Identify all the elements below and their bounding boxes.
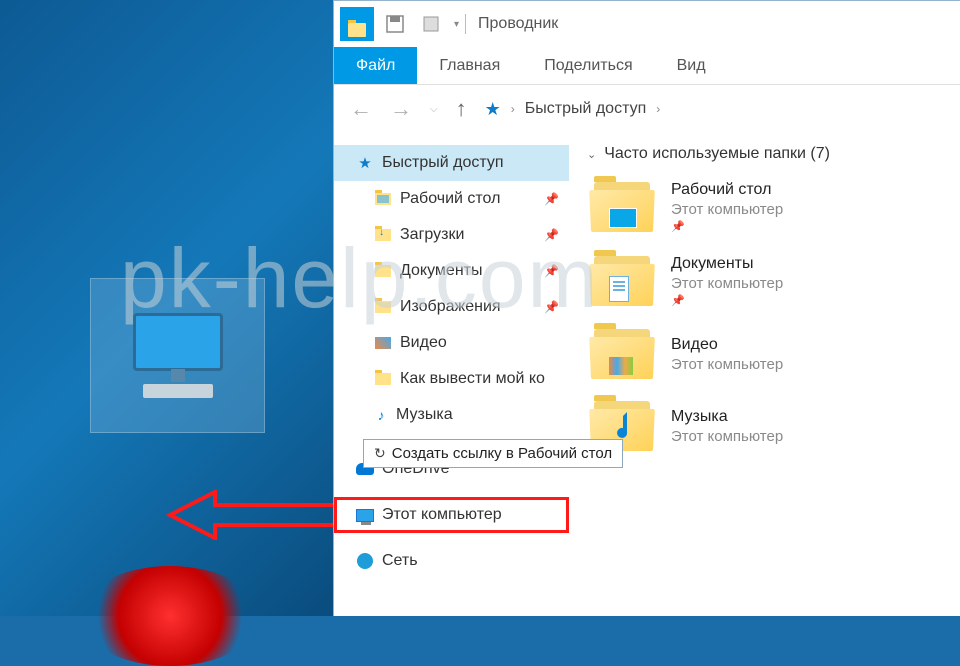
- explorer-app-icon[interactable]: [340, 7, 374, 41]
- tree-label: Документы: [400, 262, 482, 280]
- folder-location: Этот компьютер: [671, 428, 783, 445]
- up-button[interactable]: ↑: [456, 96, 467, 122]
- create-shortcut-tooltip: ↻ Создать ссылку в Рабочий стол: [363, 439, 623, 468]
- folder-large-icon: [591, 329, 653, 379]
- folder-item-videos[interactable]: Видео Этот компьютер: [587, 325, 942, 383]
- navigation-bar: ← → ⌵ ↑ ★ › Быстрый доступ ›: [334, 85, 960, 133]
- pin-icon: 📌: [671, 294, 783, 307]
- tree-quick-access[interactable]: ★ Быстрый доступ: [334, 145, 569, 181]
- breadcrumb-separator: ›: [511, 102, 515, 116]
- tree-custom-folder[interactable]: Как вывести мой ко: [334, 361, 569, 397]
- shortcut-tooltip-text: Создать ссылку в Рабочий стол: [392, 445, 612, 462]
- folder-location: Этот компьютер: [671, 201, 783, 218]
- pin-icon: 📌: [544, 192, 559, 206]
- tab-home[interactable]: Главная: [417, 47, 522, 84]
- folder-item-documents[interactable]: Документы Этот компьютер 📌: [587, 251, 942, 311]
- tree-downloads[interactable]: Загрузки 📌: [334, 217, 569, 253]
- tree-label: Изображения: [400, 298, 501, 316]
- tree-label: Музыка: [396, 406, 453, 424]
- folder-item-desktop[interactable]: Рабочий стол Этот компьютер 📌: [587, 177, 942, 237]
- tree-desktop[interactable]: Рабочий стол 📌: [334, 181, 569, 217]
- annotation-arrow: [165, 490, 340, 540]
- content-pane: ⌄ Часто используемые папки (7) Рабочий с…: [569, 133, 960, 616]
- titlebar: ▾ Проводник: [334, 1, 960, 47]
- tree-pictures[interactable]: Изображения 📌: [334, 289, 569, 325]
- this-pc-desktop-icon: [123, 301, 233, 411]
- quick-access-save-icon[interactable]: [380, 9, 410, 39]
- ribbon-tabs: Файл Главная Поделиться Вид: [334, 47, 960, 85]
- folder-name: Видео: [671, 336, 783, 354]
- folder-item-music[interactable]: Музыка Этот компьютер: [587, 397, 942, 455]
- folder-large-icon: [591, 256, 653, 306]
- file-explorer-window: ▾ Проводник Файл Главная Поделиться Вид …: [333, 0, 960, 616]
- tree-label: Сеть: [382, 552, 418, 570]
- folder-location: Этот компьютер: [671, 275, 783, 292]
- tree-network[interactable]: Сеть: [334, 543, 569, 579]
- decorative-glow: [80, 566, 260, 666]
- folder-icon: [374, 190, 392, 208]
- tree-label: Рабочий стол: [400, 190, 500, 208]
- pc-icon: [356, 506, 374, 524]
- tab-share[interactable]: Поделиться: [522, 47, 654, 84]
- music-icon: [374, 408, 388, 422]
- folder-name: Музыка: [671, 408, 783, 426]
- folder-location: Этот компьютер: [671, 356, 783, 373]
- tree-label: Быстрый доступ: [382, 154, 504, 172]
- pin-icon: 📌: [544, 228, 559, 242]
- forward-button[interactable]: →: [390, 96, 412, 122]
- network-icon: [356, 552, 374, 570]
- tree-videos[interactable]: Видео: [334, 325, 569, 361]
- folder-icon: [374, 298, 392, 316]
- folder-name: Документы: [671, 255, 783, 273]
- quick-access-star-icon: ★: [485, 99, 501, 120]
- video-icon: [374, 334, 392, 352]
- tree-documents[interactable]: Документы 📌: [334, 253, 569, 289]
- pin-icon: 📌: [544, 264, 559, 278]
- tree-label: Загрузки: [400, 226, 464, 244]
- desktop-drop-target[interactable]: [90, 278, 265, 433]
- chevron-down-icon: ⌄: [587, 148, 596, 161]
- tree-label: Как вывести мой ко: [400, 370, 545, 388]
- tree-label: Видео: [400, 334, 447, 352]
- navigation-tree: ★ Быстрый доступ Рабочий стол 📌 Загрузки…: [334, 133, 569, 616]
- folder-large-icon: [591, 182, 653, 232]
- desktop-background: [0, 0, 333, 616]
- tree-label: Этот компьютер: [382, 506, 502, 524]
- link-icon: ↻: [374, 445, 386, 462]
- pin-icon: 📌: [544, 300, 559, 314]
- recent-dropdown[interactable]: ⌵: [430, 104, 438, 115]
- tab-view[interactable]: Вид: [655, 47, 728, 84]
- tab-file[interactable]: Файл: [334, 47, 417, 84]
- back-button[interactable]: ←: [350, 96, 372, 122]
- window-title: Проводник: [478, 15, 558, 33]
- tree-music[interactable]: Музыка: [334, 397, 569, 433]
- folder-icon: [374, 262, 392, 280]
- properties-icon[interactable]: [416, 9, 446, 39]
- tree-this-pc[interactable]: Этот компьютер: [334, 497, 569, 533]
- frequent-folders-header[interactable]: ⌄ Часто используемые папки (7): [587, 145, 942, 163]
- address-breadcrumb[interactable]: ★ › Быстрый доступ ›: [485, 99, 661, 120]
- breadcrumb-separator: ›: [656, 102, 660, 116]
- breadcrumb-quick-access[interactable]: Быстрый доступ: [525, 100, 647, 118]
- pin-icon: 📌: [671, 220, 783, 233]
- folder-name: Рабочий стол: [671, 181, 783, 199]
- star-icon: ★: [356, 154, 374, 172]
- folder-icon: [374, 226, 392, 244]
- folder-icon: [374, 370, 392, 388]
- group-label: Часто используемые папки (7): [604, 145, 830, 163]
- qat-dropdown-caret[interactable]: ▾: [454, 19, 459, 30]
